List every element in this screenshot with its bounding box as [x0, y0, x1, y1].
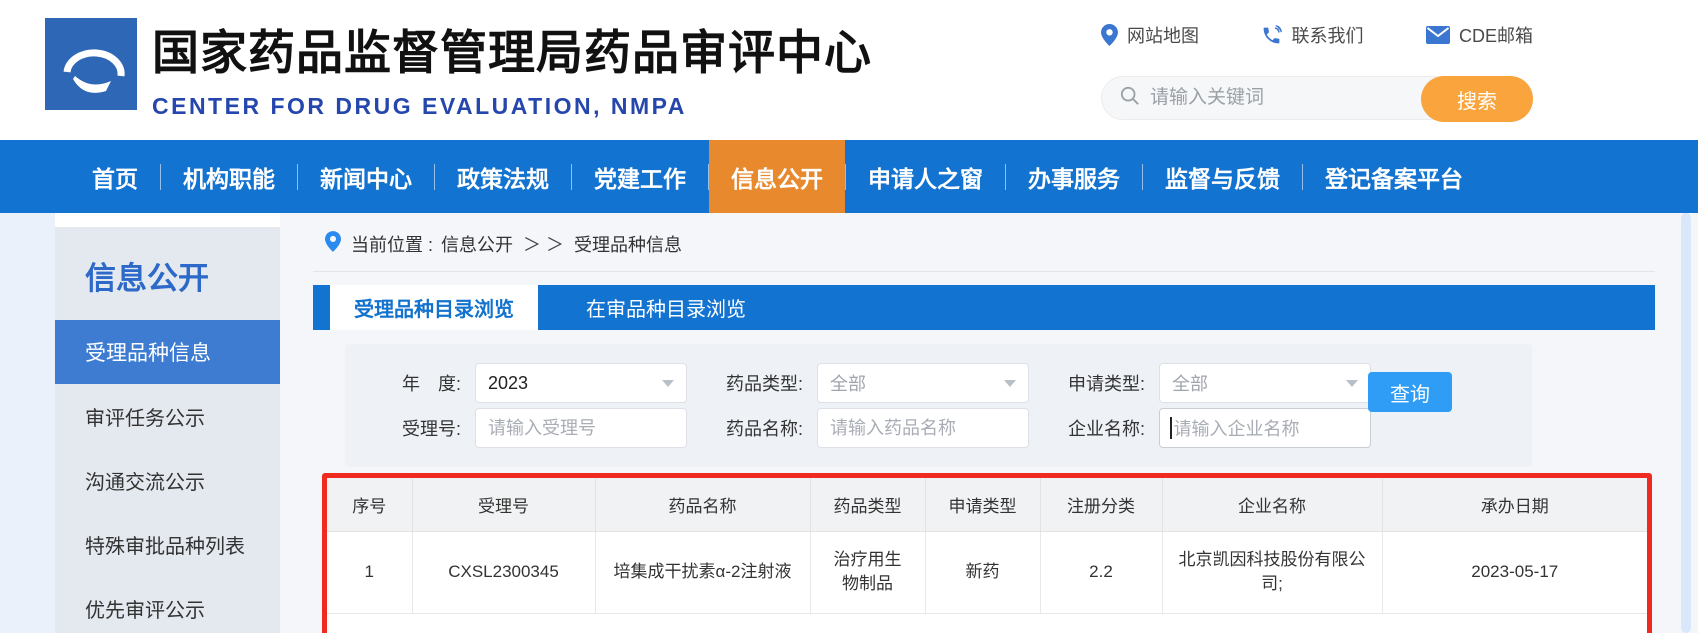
mail-icon — [1426, 26, 1450, 44]
phone-icon — [1261, 25, 1282, 46]
breadcrumb-separator: ＞ ＞ — [523, 231, 564, 257]
cell-drug-name: 培集成干扰素α-2注射液 — [595, 531, 810, 613]
main-nav: 首页 机构职能 新闻中心 政策法规 党建工作 信息公开 申请人之窗 办事服务 监… — [0, 140, 1698, 213]
sidebar-item-priority-review[interactable]: 优先审评公示 — [55, 576, 280, 633]
col-header-drug-name: 药品名称 — [595, 478, 810, 531]
year-label: 年 度: — [373, 370, 461, 396]
search-button[interactable]: 搜索 — [1421, 76, 1533, 122]
breadcrumb-pin-icon — [325, 231, 351, 257]
table-header-row: 序号 受理号 药品名称 药品类型 申请类型 注册分类 企业名称 承办日期 — [327, 478, 1647, 531]
filter-row-1: 年 度: 2023 药品类型: 全部 申请类型: 全部 — [373, 363, 1532, 403]
breadcrumb: 当前位置 : 信息公开 ＞ ＞ 受理品种信息 — [325, 231, 1655, 257]
col-header-date: 承办日期 — [1382, 478, 1647, 531]
cell-apply-type: 新药 — [925, 531, 1040, 613]
chevron-down-icon — [1004, 380, 1016, 387]
table-row: 1 CXSL2300345 培集成干扰素α-2注射液 治疗用生物制品 新药 2.… — [327, 531, 1647, 613]
nav-item-party[interactable]: 党建工作 — [572, 140, 708, 213]
nav-item-services[interactable]: 办事服务 — [1006, 140, 1142, 213]
tab-bar: 受理品种目录浏览 在审品种目录浏览 — [313, 285, 1655, 330]
breadcrumb-divider — [313, 271, 1655, 272]
acceptance-no-label: 受理号: — [373, 415, 461, 441]
acceptance-no-input[interactable] — [475, 408, 687, 448]
breadcrumb-section[interactable]: 信息公开 — [441, 231, 513, 257]
filter-panel: 年 度: 2023 药品类型: 全部 申请类型: 全部 — [345, 344, 1532, 467]
page-body: 信息公开 受理品种信息 审评任务公示 沟通交流公示 特殊审批品种列表 优先审评公… — [0, 213, 1698, 633]
filter-row-2: 受理号: 药品名称: 企业名称: 请输入企业名称 — [373, 408, 1532, 448]
tab-under-review-catalog[interactable]: 在审品种目录浏览 — [562, 285, 770, 330]
sidebar-item-communication[interactable]: 沟通交流公示 — [55, 448, 280, 512]
main-content: 当前位置 : 信息公开 ＞ ＞ 受理品种信息 受理品种目录浏览 在审品种目录浏览… — [280, 213, 1655, 633]
sidebar-item-review-tasks[interactable]: 审评任务公示 — [55, 384, 280, 448]
quick-links: 网站地图 联系我们 CDE邮箱 — [1101, 22, 1533, 48]
cell-date: 2023-05-17 — [1382, 531, 1647, 613]
year-select[interactable]: 2023 — [475, 363, 687, 403]
sidebar-item-special-approval[interactable]: 特殊审批品种列表 — [55, 512, 280, 576]
chevron-down-icon — [1346, 380, 1358, 387]
nav-item-home[interactable]: 首页 — [70, 140, 160, 213]
col-header-seq: 序号 — [327, 478, 412, 531]
nav-item-applicant-window[interactable]: 申请人之窗 — [846, 140, 1005, 213]
cell-company: 北京凯因科技股份有限公司; — [1162, 531, 1382, 613]
sidebar-title: 信息公开 — [55, 227, 280, 320]
search-icon — [1102, 86, 1140, 111]
results-table: 序号 受理号 药品名称 药品类型 申请类型 注册分类 企业名称 承办日期 1 — [327, 478, 1647, 614]
nav-item-supervision[interactable]: 监督与反馈 — [1143, 140, 1302, 213]
breadcrumb-prefix: 当前位置 : — [351, 231, 433, 257]
col-header-company: 企业名称 — [1162, 478, 1382, 531]
col-header-reg-class: 注册分类 — [1040, 478, 1162, 531]
sidebar: 信息公开 受理品种信息 审评任务公示 沟通交流公示 特殊审批品种列表 优先审评公… — [55, 227, 280, 633]
drug-type-label: 药品类型: — [715, 370, 803, 396]
site-header: 国家药品监督管理局药品审评中心 CENTER FOR DRUG EVALUATI… — [0, 0, 1698, 140]
page-root: 国家药品监督管理局药品审评中心 CENTER FOR DRUG EVALUATI… — [0, 0, 1698, 633]
vertical-scrollbar[interactable] — [1681, 213, 1691, 633]
search-bar: 搜索 — [1101, 76, 1533, 120]
drug-type-select[interactable]: 全部 — [817, 363, 1029, 403]
tab-accepted-catalog[interactable]: 受理品种目录浏览 — [330, 285, 538, 330]
location-pin-icon — [1101, 24, 1118, 46]
drug-name-label: 药品名称: — [715, 415, 803, 441]
nav-item-info-disclosure[interactable]: 信息公开 — [709, 140, 845, 213]
site-title: 国家药品监督管理局药品审评中心 — [152, 14, 872, 83]
year-select-value: 2023 — [488, 373, 528, 394]
header-right: 网站地图 联系我们 CDE邮箱 — [1101, 22, 1533, 120]
col-header-acceptance-no: 受理号 — [412, 478, 595, 531]
apply-type-select-value: 全部 — [1172, 370, 1208, 396]
query-button[interactable]: 查询 — [1368, 372, 1452, 412]
site-titles: 国家药品监督管理局药品审评中心 CENTER FOR DRUG EVALUATI… — [152, 14, 872, 120]
nav-item-registration-platform[interactable]: 登记备案平台 — [1303, 140, 1485, 213]
quick-link-label: CDE邮箱 — [1459, 22, 1533, 48]
drug-name-input[interactable] — [817, 408, 1029, 448]
apply-type-select[interactable]: 全部 — [1159, 363, 1371, 403]
right-margin-strip — [1655, 213, 1698, 633]
company-name-input[interactable]: 请输入企业名称 — [1159, 408, 1371, 448]
chevron-down-icon — [662, 380, 674, 387]
quick-link-sitemap[interactable]: 网站地图 — [1101, 22, 1199, 48]
breadcrumb-current: 受理品种信息 — [574, 231, 682, 257]
nav-item-policy[interactable]: 政策法规 — [435, 140, 571, 213]
cde-logo-icon[interactable] — [45, 18, 137, 110]
apply-type-label: 申请类型: — [1057, 370, 1145, 396]
nav-item-news[interactable]: 新闻中心 — [298, 140, 434, 213]
highlight-red-box: 序号 受理号 药品名称 药品类型 申请类型 注册分类 企业名称 承办日期 1 — [322, 473, 1652, 633]
col-header-apply-type: 申请类型 — [925, 478, 1040, 531]
nav-item-functions[interactable]: 机构职能 — [161, 140, 297, 213]
company-name-placeholder: 请输入企业名称 — [1174, 415, 1300, 441]
quick-link-contact[interactable]: 联系我们 — [1261, 22, 1363, 48]
site-subtitle: CENTER FOR DRUG EVALUATION, NMPA — [152, 93, 872, 120]
left-margin-strip — [0, 213, 55, 633]
company-name-label: 企业名称: — [1057, 415, 1145, 441]
sidebar-item-accepted-varieties[interactable]: 受理品种信息 — [55, 320, 280, 384]
cell-seq: 1 — [327, 531, 412, 613]
col-header-drug-type: 药品类型 — [810, 478, 925, 531]
cell-acceptance-no: CXSL2300345 — [412, 531, 595, 613]
quick-link-label: 网站地图 — [1127, 22, 1199, 48]
text-cursor — [1170, 417, 1172, 439]
cell-reg-class: 2.2 — [1040, 531, 1162, 613]
quick-link-mail[interactable]: CDE邮箱 — [1426, 22, 1533, 48]
drug-type-select-value: 全部 — [830, 370, 866, 396]
quick-link-label: 联系我们 — [1291, 22, 1363, 48]
cell-drug-type: 治疗用生物制品 — [810, 531, 925, 613]
